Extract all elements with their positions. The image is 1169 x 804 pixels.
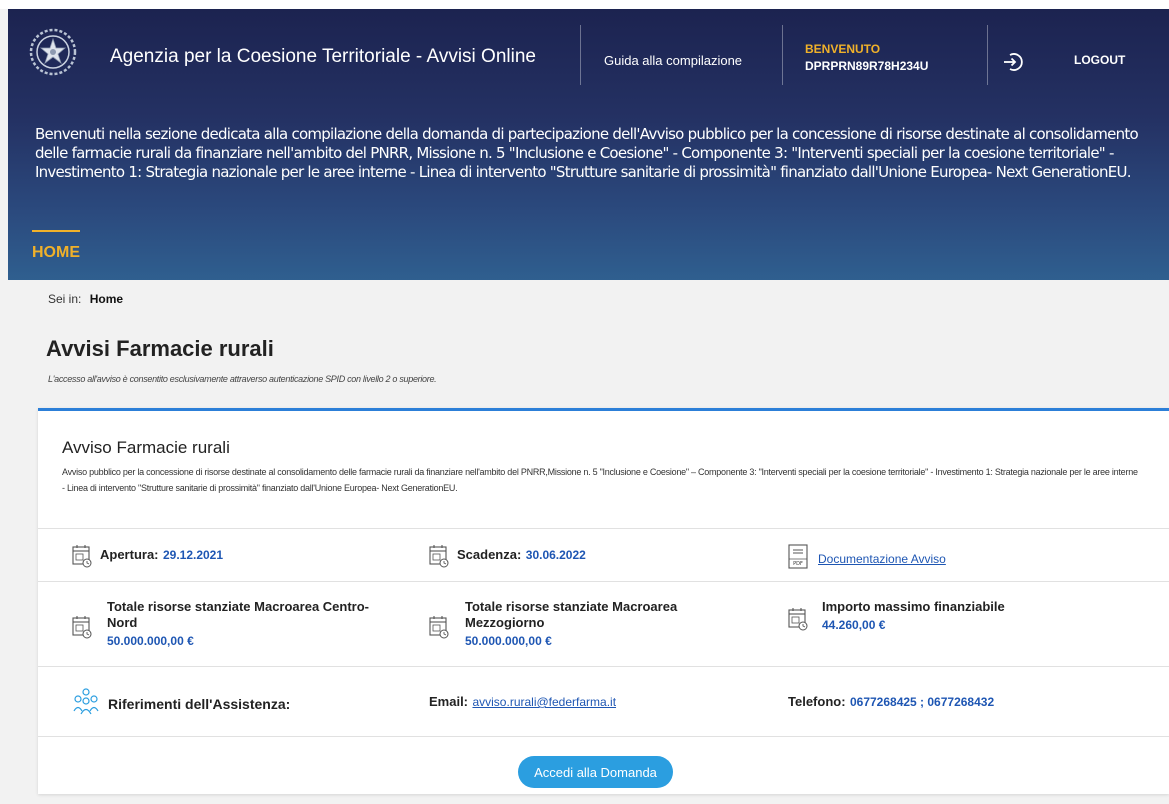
mezzogiorno-cell: Totale risorse stanziate Macroarea Mezzo… xyxy=(429,599,769,655)
documentation-link[interactable]: Documentazione Avviso xyxy=(818,552,946,566)
row-divider xyxy=(38,736,1169,737)
calendar-clock-icon xyxy=(788,608,808,631)
welcome-block: BENVENUTO DPRPRN89R78H234U xyxy=(805,41,928,75)
calendar-clock-icon xyxy=(429,616,449,639)
logout-link[interactable]: LOGOUT xyxy=(1074,53,1125,67)
deadline-date: 30.06.2022 xyxy=(525,548,586,562)
calendar-clock-icon xyxy=(72,545,92,568)
breadcrumb-prefix: Sei in: xyxy=(48,292,82,306)
guide-link[interactable]: Guida alla compilazione xyxy=(604,53,742,68)
breadcrumb-current[interactable]: Home xyxy=(90,292,123,306)
centro-nord-cell: Totale risorse stanziate Macroarea Centr… xyxy=(72,599,412,655)
email-link[interactable]: avviso.rurali@federfarma.it xyxy=(472,695,616,709)
deadline-cell: Scadenza: 30.06.2022 xyxy=(429,544,759,570)
page-title-bold: Farmacie rurali xyxy=(116,336,274,361)
opening-date: 29.12.2021 xyxy=(162,548,224,562)
pdf-document-icon: PDF xyxy=(788,544,808,569)
header-divider xyxy=(580,25,581,85)
calendar-clock-icon xyxy=(429,545,449,568)
mezzogiorno-label: Totale risorse stanziate Macroarea Mezzo… xyxy=(465,599,678,630)
assistance-label: Riferimenti dell'Assistenza: xyxy=(108,696,291,712)
logout-icon[interactable] xyxy=(1002,51,1024,73)
svg-text:PDF: PDF xyxy=(793,561,803,567)
email-label: Email: xyxy=(429,694,469,709)
intro-text: Benvenuti nella sezione dedicata alla co… xyxy=(35,125,1139,181)
access-application-button[interactable]: Accedi alla Domanda xyxy=(518,756,673,788)
page-title: Avvisi Farmacie rurali xyxy=(46,336,274,362)
mezzogiorno-value: 50.000.000,00 € xyxy=(465,634,552,648)
deadline-label: Scadenza: xyxy=(457,547,522,562)
max-amount-label: Importo massimo finanziabile xyxy=(822,599,1005,614)
app-title[interactable]: Agenzia per la Coesione Territoriale - A… xyxy=(110,46,536,68)
page-title-prefix: Avvisi xyxy=(46,336,111,361)
breadcrumb: Sei in: Home xyxy=(48,292,123,306)
opening-cell: Apertura: 29.12.2021 xyxy=(72,544,402,570)
card-description: Avviso pubblico per la concessione di ri… xyxy=(62,467,1138,493)
phone-label: Telefono: xyxy=(788,694,846,709)
people-group-icon xyxy=(73,688,99,715)
notice-card: Avviso Farmacie rurali Avviso pubblico p… xyxy=(38,408,1169,794)
centro-nord-label: Totale risorse stanziate Macroarea Centr… xyxy=(107,599,370,630)
phone-cell: Telefono: 0677268425 ; 0677268432 xyxy=(788,693,1148,713)
email-cell: Email: avviso.rurali@federfarma.it xyxy=(429,693,769,713)
card-title: Avviso Farmacie rurali xyxy=(62,438,230,457)
spid-note: L'accesso all'avviso è consentito esclus… xyxy=(48,374,437,384)
top-strip xyxy=(0,0,1169,9)
header-divider xyxy=(782,25,783,85)
italian-republic-emblem-icon[interactable] xyxy=(28,26,78,80)
max-amount-value: 44.260,00 € xyxy=(822,618,886,632)
row-divider xyxy=(38,528,1169,529)
assistance-cell: Riferimenti dell'Assistenza: xyxy=(72,687,412,717)
calendar-clock-icon xyxy=(72,616,92,639)
user-code: DPRPRN89R78H234U xyxy=(805,59,929,73)
header-divider xyxy=(987,25,988,85)
row-divider xyxy=(38,666,1169,667)
max-amount-cell: Importo massimo finanziabile 44.260,00 € xyxy=(788,599,1118,639)
nav-home-tab[interactable]: HOME xyxy=(32,230,80,262)
phone-value: 0677268425 ; 0677268432 xyxy=(849,695,995,709)
docs-cell: PDF Documentazione Avviso xyxy=(788,544,1088,572)
row-divider xyxy=(38,581,1169,582)
welcome-label: BENVENUTO xyxy=(805,42,881,56)
centro-nord-value: 50.000.000,00 € xyxy=(107,634,194,648)
opening-label: Apertura: xyxy=(100,547,159,562)
site-header: Agenzia per la Coesione Territoriale - A… xyxy=(8,9,1169,280)
